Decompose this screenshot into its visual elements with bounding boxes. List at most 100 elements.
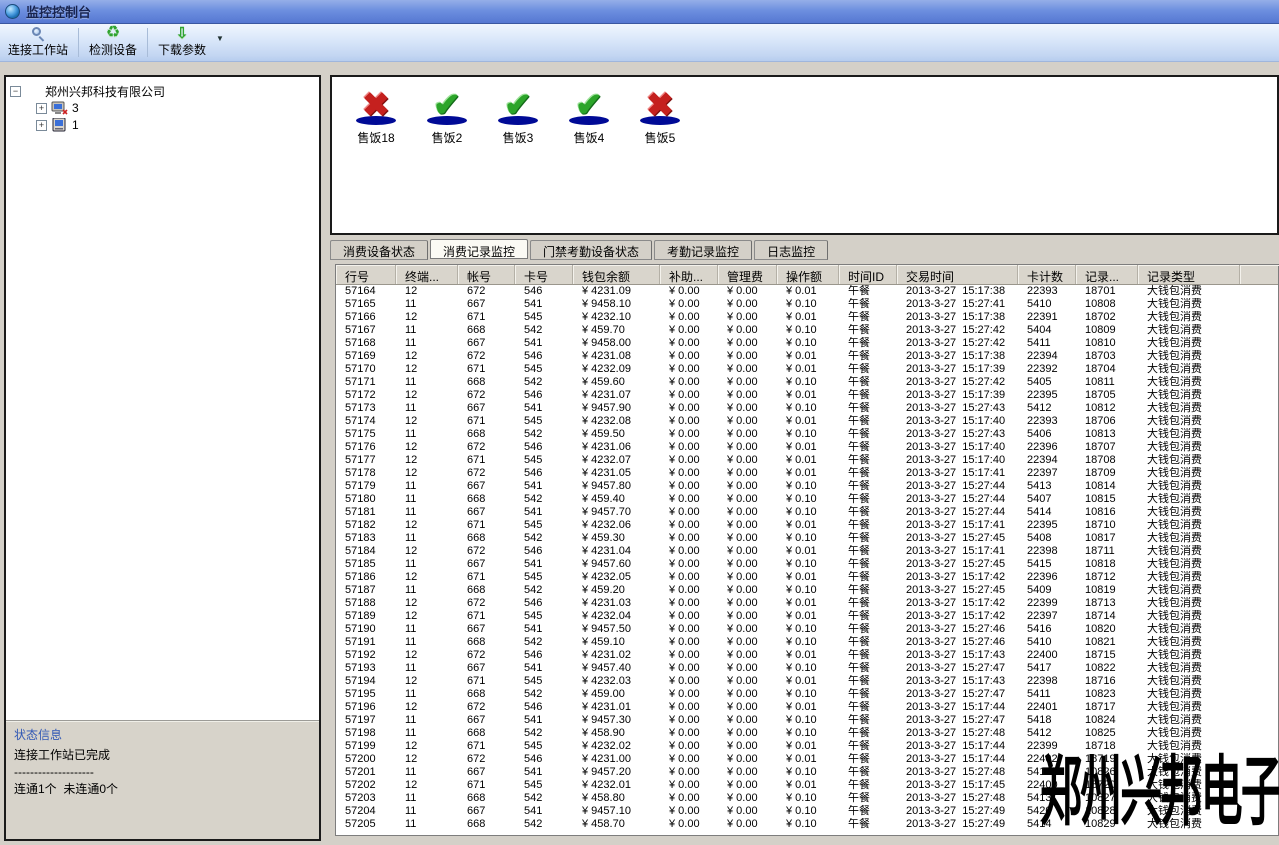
table-cell: ¥ 0.00	[660, 714, 718, 727]
table-cell: 18701	[1076, 285, 1138, 298]
table-row[interactable]: 5719711667541¥ 9457.30¥ 0.00¥ 0.00¥ 0.10…	[336, 714, 1278, 727]
table-cell: ¥ 0.01	[777, 779, 839, 792]
table-row[interactable]: 5719612672546¥ 4231.01¥ 0.00¥ 0.00¥ 0.01…	[336, 701, 1278, 714]
collapse-icon[interactable]: −	[10, 86, 21, 97]
toolbar-button-3[interactable]: ⇩下载参数	[150, 24, 214, 61]
column-header-4[interactable]: 卡号	[515, 265, 573, 284]
table-cell: 541	[515, 805, 573, 818]
table-row[interactable]: 5718412672546¥ 4231.04¥ 0.00¥ 0.00¥ 0.01…	[336, 545, 1278, 558]
table-row[interactable]: 5718912671545¥ 4232.04¥ 0.00¥ 0.00¥ 0.01…	[336, 610, 1278, 623]
device-item-售饭2[interactable]: ✔售饭2	[415, 85, 479, 146]
table-cell: ¥ 0.10	[777, 532, 839, 545]
table-row[interactable]: 5718311668542¥ 459.30¥ 0.00¥ 0.00¥ 0.10午…	[336, 532, 1278, 545]
table-cell: 10818	[1076, 558, 1138, 571]
tree-node-1[interactable]: +1	[36, 117, 315, 133]
table-cell: ¥ 0.01	[777, 753, 839, 766]
table-row[interactable]: 5716711668542¥ 459.70¥ 0.00¥ 0.00¥ 0.10午…	[336, 324, 1278, 337]
table-row[interactable]: 5716612671545¥ 4232.10¥ 0.00¥ 0.00¥ 0.01…	[336, 311, 1278, 324]
table-cell: 545	[515, 610, 573, 623]
table-row[interactable]: 5718011668542¥ 459.40¥ 0.00¥ 0.00¥ 0.10午…	[336, 493, 1278, 506]
column-header-11[interactable]: 卡计数	[1018, 265, 1076, 284]
table-row[interactable]: 5716412672546¥ 4231.09¥ 0.00¥ 0.00¥ 0.01…	[336, 285, 1278, 298]
table-row[interactable]: 5717911667541¥ 9457.80¥ 0.00¥ 0.00¥ 0.10…	[336, 480, 1278, 493]
column-header-7[interactable]: 管理费	[718, 265, 777, 284]
table-cell: 2013-3-27 15:27:46	[897, 636, 1018, 649]
table-row[interactable]: 5719511668542¥ 459.00¥ 0.00¥ 0.00¥ 0.10午…	[336, 688, 1278, 701]
table-row[interactable]: 5718612671545¥ 4232.05¥ 0.00¥ 0.00¥ 0.01…	[336, 571, 1278, 584]
table-row[interactable]: 5718711668542¥ 459.20¥ 0.00¥ 0.00¥ 0.10午…	[336, 584, 1278, 597]
table-cell: 22396	[1018, 571, 1076, 584]
table-row[interactable]: 5718511667541¥ 9457.60¥ 0.00¥ 0.00¥ 0.10…	[336, 558, 1278, 571]
table-cell: 5404	[1018, 324, 1076, 337]
table-cell: 12	[396, 311, 458, 324]
table-row[interactable]: 5716912672546¥ 4231.08¥ 0.00¥ 0.00¥ 0.01…	[336, 350, 1278, 363]
table-row[interactable]: 5719212672546¥ 4231.02¥ 0.00¥ 0.00¥ 0.01…	[336, 649, 1278, 662]
column-header-13[interactable]: 记录类型	[1138, 265, 1240, 284]
column-header-10[interactable]: 交易时间	[897, 265, 1018, 284]
column-header-6[interactable]: 补助...	[660, 265, 718, 284]
table-row[interactable]: 5718111667541¥ 9457.70¥ 0.00¥ 0.00¥ 0.10…	[336, 506, 1278, 519]
table-cell: 5410	[1018, 298, 1076, 311]
table-row[interactable]: 5719811668542¥ 458.90¥ 0.00¥ 0.00¥ 0.10午…	[336, 727, 1278, 740]
table-row[interactable]: 5717412671545¥ 4232.08¥ 0.00¥ 0.00¥ 0.01…	[336, 415, 1278, 428]
column-header-8[interactable]: 操作额	[777, 265, 839, 284]
column-header-3[interactable]: 帐号	[458, 265, 515, 284]
column-header-5[interactable]: 钱包余额	[573, 265, 660, 284]
device-item-售饭5[interactable]: ✖售饭5	[628, 85, 692, 146]
device-item-售饭18[interactable]: ✖售饭18	[344, 85, 408, 146]
tab-3[interactable]: 门禁考勤设备状态	[530, 240, 652, 260]
table-row[interactable]: 5717612672546¥ 4231.06¥ 0.00¥ 0.00¥ 0.01…	[336, 441, 1278, 454]
table-row[interactable]: 5716511667541¥ 9458.10¥ 0.00¥ 0.00¥ 0.10…	[336, 298, 1278, 311]
table-cell: 11	[396, 805, 458, 818]
expand-icon[interactable]: +	[36, 120, 47, 131]
table-row[interactable]: 5717311667541¥ 9457.90¥ 0.00¥ 0.00¥ 0.10…	[336, 402, 1278, 415]
table-row[interactable]: 5717712671545¥ 4232.07¥ 0.00¥ 0.00¥ 0.01…	[336, 454, 1278, 467]
column-header-2[interactable]: 终端...	[396, 265, 458, 284]
toolbar-button-2[interactable]: ♻检测设备	[81, 24, 145, 61]
device-item-售饭3[interactable]: ✔售饭3	[486, 85, 550, 146]
column-header-12[interactable]: 记录...	[1076, 265, 1138, 284]
tab-1[interactable]: 消费设备状态	[330, 240, 428, 260]
column-header-1[interactable]: 行号	[336, 265, 396, 284]
tree-root[interactable]: − 郑州兴邦科技有限公司	[10, 83, 315, 99]
table-cell: 541	[515, 402, 573, 415]
table-row[interactable]: 5716811667541¥ 9458.00¥ 0.00¥ 0.00¥ 0.10…	[336, 337, 1278, 350]
device-label: 售饭18	[344, 129, 408, 146]
table-row[interactable]: 5718812672546¥ 4231.03¥ 0.00¥ 0.00¥ 0.01…	[336, 597, 1278, 610]
table-cell: 10825	[1076, 727, 1138, 740]
tree-node-3[interactable]: +3	[36, 100, 315, 116]
tab-5[interactable]: 日志监控	[754, 240, 828, 260]
dropdown-arrow-icon[interactable]: ▼	[214, 34, 230, 51]
table-row[interactable]: 5719311667541¥ 9457.40¥ 0.00¥ 0.00¥ 0.10…	[336, 662, 1278, 675]
expand-icon[interactable]: +	[36, 103, 47, 114]
table-row[interactable]: 5719412671545¥ 4232.03¥ 0.00¥ 0.00¥ 0.01…	[336, 675, 1278, 688]
table-cell: 大钱包消费	[1138, 311, 1240, 324]
table-row[interactable]: 5717012671545¥ 4232.09¥ 0.00¥ 0.00¥ 0.01…	[336, 363, 1278, 376]
table-cell: 542	[515, 636, 573, 649]
terminal-icon	[51, 118, 69, 132]
tab-4[interactable]: 考勤记录监控	[654, 240, 752, 260]
table-row[interactable]: 5717812672546¥ 4231.05¥ 0.00¥ 0.00¥ 0.01…	[336, 467, 1278, 480]
table-row[interactable]: 5717511668542¥ 459.50¥ 0.00¥ 0.00¥ 0.10午…	[336, 428, 1278, 441]
table-cell: ¥ 0.00	[718, 402, 777, 415]
device-item-售饭4[interactable]: ✔售饭4	[557, 85, 621, 146]
table-cell: 672	[458, 441, 515, 454]
tab-2[interactable]: 消费记录监控	[430, 239, 528, 259]
table-cell: ¥ 0.10	[777, 506, 839, 519]
table-cell: 2013-3-27 15:27:44	[897, 506, 1018, 519]
window-title: 监控控制台	[26, 2, 91, 21]
table-row[interactable]: 5718212671545¥ 4232.06¥ 0.00¥ 0.00¥ 0.01…	[336, 519, 1278, 532]
table-row[interactable]: 5717111668542¥ 459.60¥ 0.00¥ 0.00¥ 0.10午…	[336, 376, 1278, 389]
devices-panel: ✖售饭18✔售饭2✔售饭3✔售饭4✖售饭5	[330, 75, 1279, 235]
column-header-9[interactable]: 时间ID	[839, 265, 897, 284]
table-cell: ¥ 0.00	[718, 805, 777, 818]
column-header-14[interactable]	[1240, 265, 1279, 284]
table-row[interactable]: 5717212672546¥ 4231.07¥ 0.00¥ 0.00¥ 0.01…	[336, 389, 1278, 402]
table-cell: 18707	[1076, 441, 1138, 454]
table-cell: 5412	[1018, 727, 1076, 740]
toolbar-button-1[interactable]: 连接工作站	[0, 24, 76, 61]
table-row[interactable]: 5719111668542¥ 459.10¥ 0.00¥ 0.00¥ 0.10午…	[336, 636, 1278, 649]
table-cell: 545	[515, 454, 573, 467]
device-label: 售饭2	[415, 129, 479, 146]
table-row[interactable]: 5719011667541¥ 9457.50¥ 0.00¥ 0.00¥ 0.10…	[336, 623, 1278, 636]
